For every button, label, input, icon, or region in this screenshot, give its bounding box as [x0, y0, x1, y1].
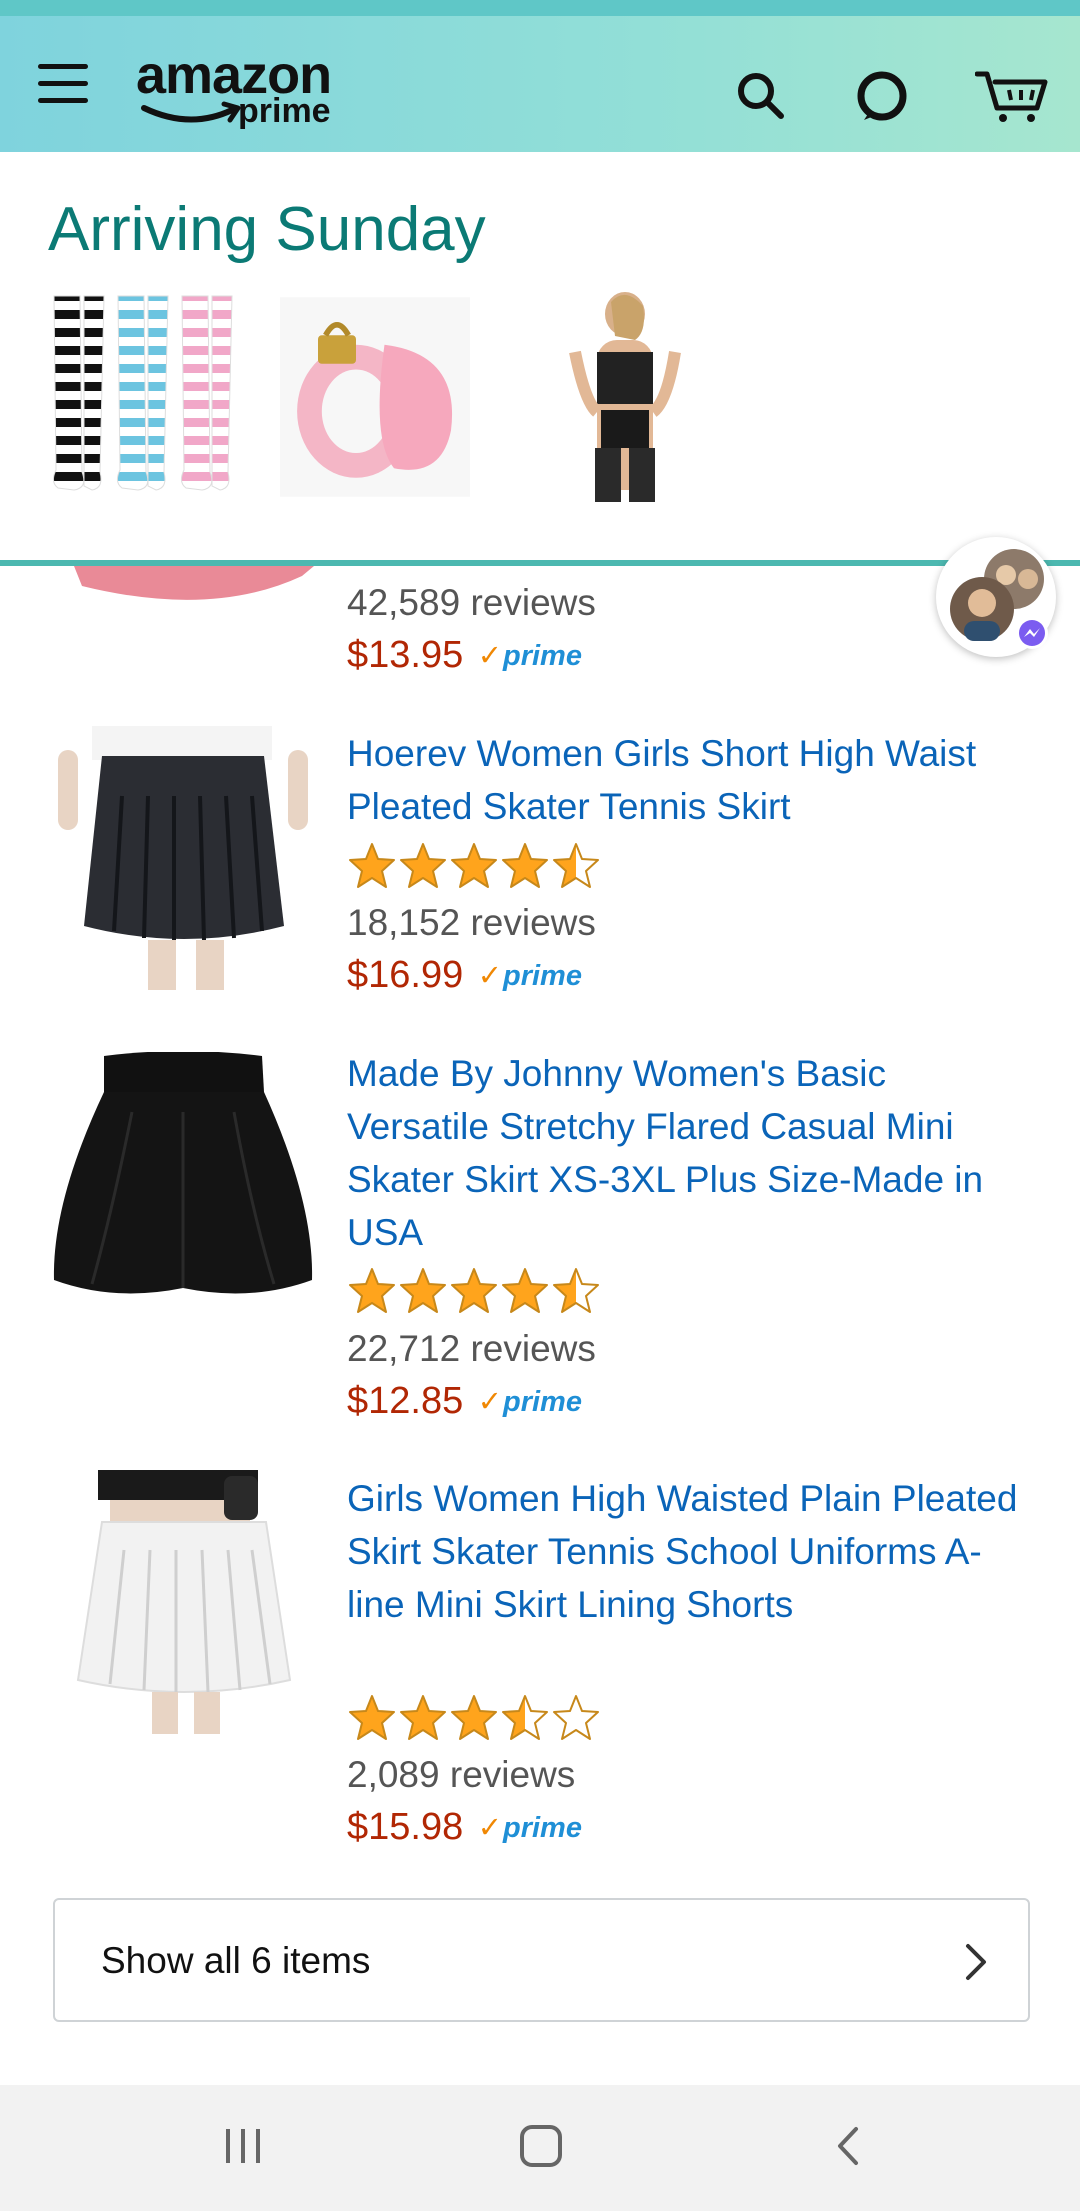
menu-icon[interactable] — [38, 64, 88, 106]
star-icon — [502, 1268, 548, 1313]
rating-stars — [347, 841, 602, 891]
star-icon — [349, 843, 395, 888]
prime-badge: ✓prime — [477, 1386, 582, 1418]
status-bar-strip — [0, 0, 1080, 16]
pink-lock-device-image[interactable] — [280, 292, 470, 502]
search-icon[interactable] — [733, 68, 789, 124]
review-count: 2,089 reviews — [347, 1754, 576, 1795]
logo-smile-icon — [141, 101, 241, 123]
star-icon — [400, 1695, 446, 1740]
black-skater-skirt-image[interactable] — [52, 1052, 314, 1302]
white-pleated-skirt-image[interactable] — [52, 1470, 314, 1734]
prime-badge: ✓prime — [477, 1812, 582, 1844]
rating-stars — [347, 1693, 602, 1743]
alexa-icon[interactable] — [854, 68, 910, 124]
price: $12.85 — [347, 1380, 464, 1422]
rating-stars — [347, 1266, 602, 1316]
star-icon — [400, 843, 446, 888]
star-icon — [349, 1695, 395, 1740]
price-row: $12.85 ✓prime — [347, 1380, 582, 1428]
amazon-prime-logo[interactable]: amazon prime — [136, 44, 386, 144]
star-icon — [502, 1695, 548, 1740]
prime-check-icon: ✓ — [477, 1812, 502, 1844]
back-icon[interactable] — [826, 2123, 872, 2169]
prime-check-icon: ✓ — [477, 1386, 502, 1418]
star-icon — [553, 843, 599, 888]
chevron-right-icon — [966, 1944, 986, 1980]
price: $15.98 — [347, 1806, 464, 1848]
review-count: 42,589 reviews — [347, 582, 596, 623]
pink-skirt-image[interactable] — [52, 566, 314, 614]
logo-text-prime: prime — [238, 92, 331, 130]
home-icon[interactable] — [518, 2123, 564, 2169]
arriving-panel: Arriving Sunday — [0, 152, 1080, 564]
panel-divider — [0, 560, 1080, 566]
star-icon — [400, 1268, 446, 1313]
star-icon — [553, 1268, 599, 1313]
system-navigation-bar — [0, 2085, 1080, 2211]
messenger-chat-head[interactable] — [936, 537, 1056, 657]
star-icon — [349, 1268, 395, 1313]
app-header: amazon prime — [0, 16, 1080, 152]
product-title-link[interactable]: Hoerev Women Girls Short High Waist Plea… — [347, 727, 1037, 833]
black-pleated-skirt-image[interactable] — [52, 726, 314, 990]
review-count: 18,152 reviews — [347, 902, 596, 943]
price: $13.95 — [347, 634, 464, 676]
prime-badge: ✓prime — [477, 960, 582, 992]
star-icon — [451, 1268, 497, 1313]
black-lingerie-image[interactable] — [530, 292, 720, 502]
product-title-link[interactable]: Girls Women High Waisted Plain Pleated S… — [347, 1472, 1037, 1631]
recent-apps-icon[interactable] — [220, 2123, 266, 2169]
price-row: $15.98 ✓prime — [347, 1806, 582, 1854]
prime-check-icon: ✓ — [477, 960, 502, 992]
chat-head-avatars-icon — [950, 549, 1048, 649]
product-title-link[interactable]: Made By Johnny Women's Basic Versatile S… — [347, 1047, 1037, 1259]
price: $16.99 — [347, 954, 464, 996]
star-icon — [502, 843, 548, 888]
star-icon — [451, 843, 497, 888]
review-count: 22,712 reviews — [347, 1328, 596, 1369]
arriving-title: Arriving Sunday — [48, 195, 486, 264]
star-icon — [451, 1695, 497, 1740]
show-all-items-button[interactable]: Show all 6 items — [53, 1898, 1030, 2022]
show-all-label: Show all 6 items — [101, 1940, 371, 1981]
striped-socks-image[interactable] — [48, 292, 238, 502]
cart-icon[interactable] — [975, 68, 1049, 124]
star-icon — [553, 1695, 599, 1740]
prime-check-icon: ✓ — [477, 640, 502, 672]
prime-badge: ✓prime — [477, 640, 582, 672]
price-row: $13.95 ✓prime — [347, 634, 582, 682]
price-row: $16.99 ✓prime — [347, 954, 582, 1002]
